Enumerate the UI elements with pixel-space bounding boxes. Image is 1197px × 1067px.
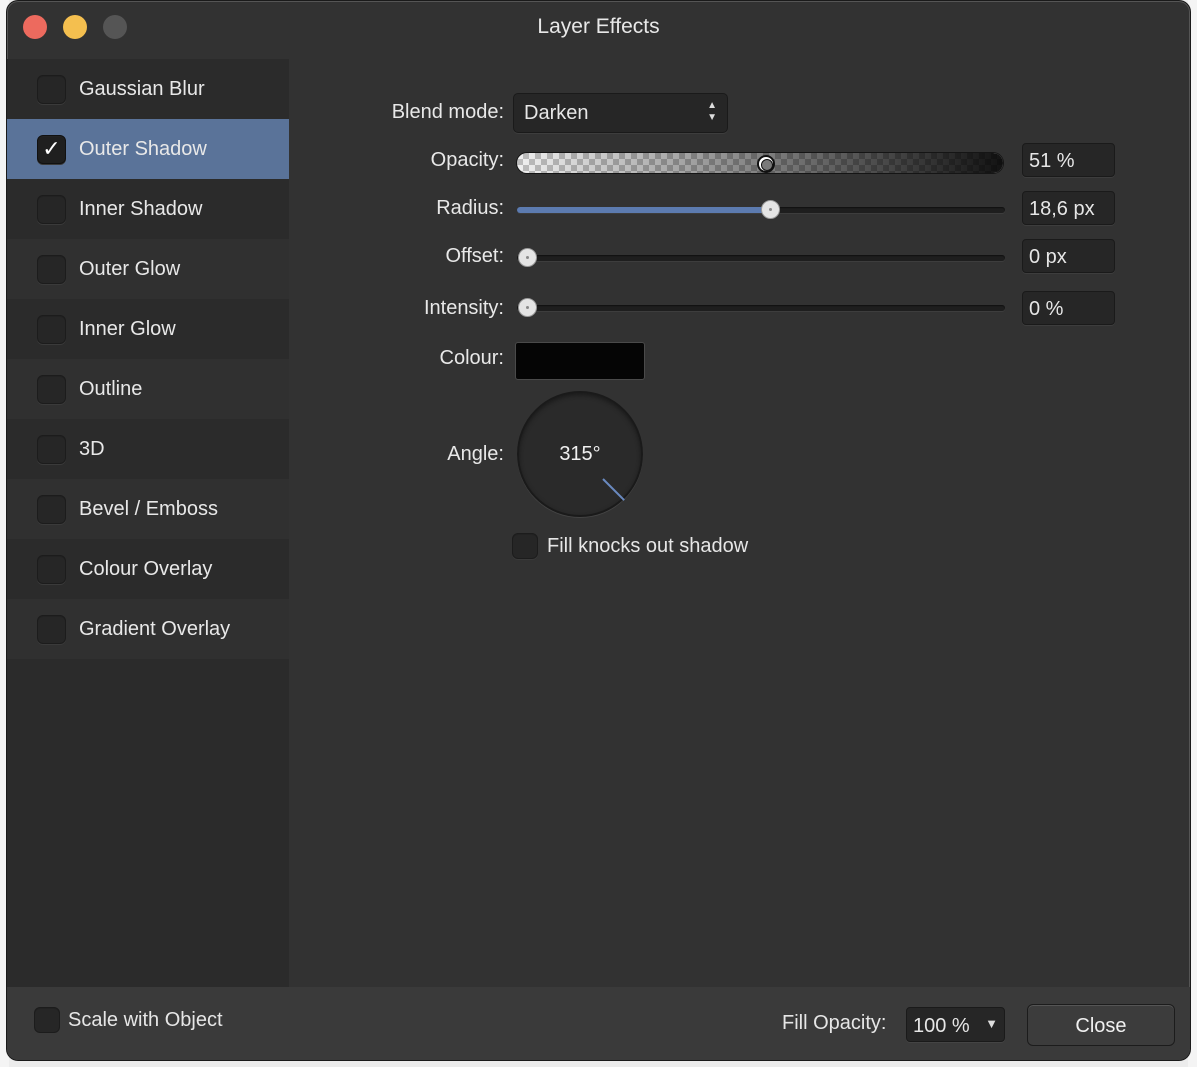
effect-checkbox-checked[interactable]: ✓ xyxy=(37,134,66,164)
opacity-slider[interactable] xyxy=(516,152,1004,174)
fill-opacity-label: Fill Opacity: xyxy=(782,1012,887,1034)
effect-label: Gradient Overlay xyxy=(79,617,231,640)
radius-slider[interactable] xyxy=(517,200,1005,219)
blend-mode-value: Darken xyxy=(524,102,589,124)
intensity-slider[interactable] xyxy=(517,298,1005,317)
offset-slider[interactable] xyxy=(517,248,1005,267)
effect-label: Colour Overlay xyxy=(79,557,213,580)
fill-knocks-label: Fill knocks out shadow xyxy=(547,534,749,557)
colour-label: Colour: xyxy=(439,347,504,369)
offset-label: Offset: xyxy=(445,245,504,267)
effect-checkbox[interactable] xyxy=(37,494,66,524)
offset-slider-thumb[interactable] xyxy=(518,248,537,267)
blend-mode-select[interactable]: Darken ▲ ▼ xyxy=(513,93,728,133)
radius-slider-fill xyxy=(517,207,770,213)
effect-label: Inner Shadow xyxy=(79,197,203,220)
chevron-down-icon: ▼ xyxy=(985,1016,998,1031)
effect-label: 3D xyxy=(79,437,105,460)
effect-checkbox[interactable] xyxy=(37,434,66,464)
effect-checkbox[interactable] xyxy=(37,254,66,284)
opacity-label: Opacity: xyxy=(430,149,504,171)
effect-item-colour-overlay[interactable]: Colour Overlay xyxy=(7,539,289,599)
effect-label: Outline xyxy=(79,377,143,400)
intensity-label: Intensity: xyxy=(423,297,504,319)
offset-field[interactable]: 0 px xyxy=(1022,239,1115,273)
effect-checkbox[interactable] xyxy=(37,374,66,404)
radius-field[interactable]: 18,6 px xyxy=(1022,191,1115,225)
layer-effects-dialog: Layer Effects Gaussian Blur ✓ Outer Shad… xyxy=(6,0,1191,1061)
colour-swatch[interactable] xyxy=(515,342,645,380)
effect-label: Inner Glow xyxy=(79,317,176,340)
fill-opacity-select[interactable]: 100 % ▼ xyxy=(906,1007,1005,1042)
effect-item-bevel-emboss[interactable]: Bevel / Emboss xyxy=(7,479,289,539)
effect-checkbox[interactable] xyxy=(37,614,66,644)
effect-label: Outer Glow xyxy=(79,257,181,280)
effect-item-outline[interactable]: Outline xyxy=(7,359,289,419)
title-bar: Layer Effects xyxy=(7,1,1190,55)
effect-settings-panel: Blend mode: Darken ▲ ▼ Opacity: 51 % Radi… xyxy=(289,59,1190,987)
effect-label: Outer Shadow xyxy=(79,137,207,160)
dialog-footer: Scale with Object Fill Opacity: 100 % ▼ … xyxy=(7,987,1190,1060)
effect-checkbox[interactable] xyxy=(37,194,66,224)
effect-item-3d[interactable]: 3D xyxy=(7,419,289,479)
effect-checkbox[interactable] xyxy=(37,314,66,344)
fill-knocks-checkbox[interactable] xyxy=(512,533,538,559)
updown-arrows-icon: ▲ ▼ xyxy=(707,100,717,123)
intensity-slider-thumb[interactable] xyxy=(518,298,537,317)
effect-item-outer-glow[interactable]: Outer Glow xyxy=(7,239,289,299)
fill-opacity-value: 100 % xyxy=(913,1015,970,1037)
effect-item-gaussian-blur[interactable]: Gaussian Blur xyxy=(7,59,289,119)
scale-with-object-option[interactable]: Scale with Object xyxy=(34,1007,223,1033)
checkmark-icon: ✓ xyxy=(42,136,61,161)
effect-checkbox[interactable] xyxy=(37,74,66,104)
radius-slider-thumb[interactable] xyxy=(761,200,780,219)
effect-item-inner-shadow[interactable]: Inner Shadow xyxy=(7,179,289,239)
radius-label: Radius: xyxy=(436,197,504,219)
opacity-field[interactable]: 51 % xyxy=(1022,143,1115,177)
effect-label: Bevel / Emboss xyxy=(79,497,218,520)
angle-label: Angle: xyxy=(447,443,504,465)
opacity-slider-thumb[interactable] xyxy=(757,155,775,173)
scale-with-object-checkbox[interactable] xyxy=(34,1007,60,1033)
window-title: Layer Effects xyxy=(537,15,660,38)
effect-checkbox[interactable] xyxy=(37,554,66,584)
effect-item-inner-glow[interactable]: Inner Glow xyxy=(7,299,289,359)
angle-dial[interactable]: 315° xyxy=(517,391,643,517)
intensity-field[interactable]: 0 % xyxy=(1022,291,1115,325)
angle-needle xyxy=(602,478,625,501)
effects-list: Gaussian Blur ✓ Outer Shadow Inner Shado… xyxy=(7,59,289,987)
angle-value: 315° xyxy=(559,443,601,465)
effect-label: Gaussian Blur xyxy=(79,77,205,100)
close-button[interactable]: Close xyxy=(1027,1004,1175,1046)
effect-item-outer-shadow[interactable]: ✓ Outer Shadow xyxy=(7,119,289,179)
effect-item-gradient-overlay[interactable]: Gradient Overlay xyxy=(7,599,289,659)
blend-mode-label: Blend mode: xyxy=(391,101,504,123)
scale-with-object-label: Scale with Object xyxy=(68,1008,223,1031)
fill-knocks-out-shadow-option[interactable]: Fill knocks out shadow xyxy=(512,533,748,559)
